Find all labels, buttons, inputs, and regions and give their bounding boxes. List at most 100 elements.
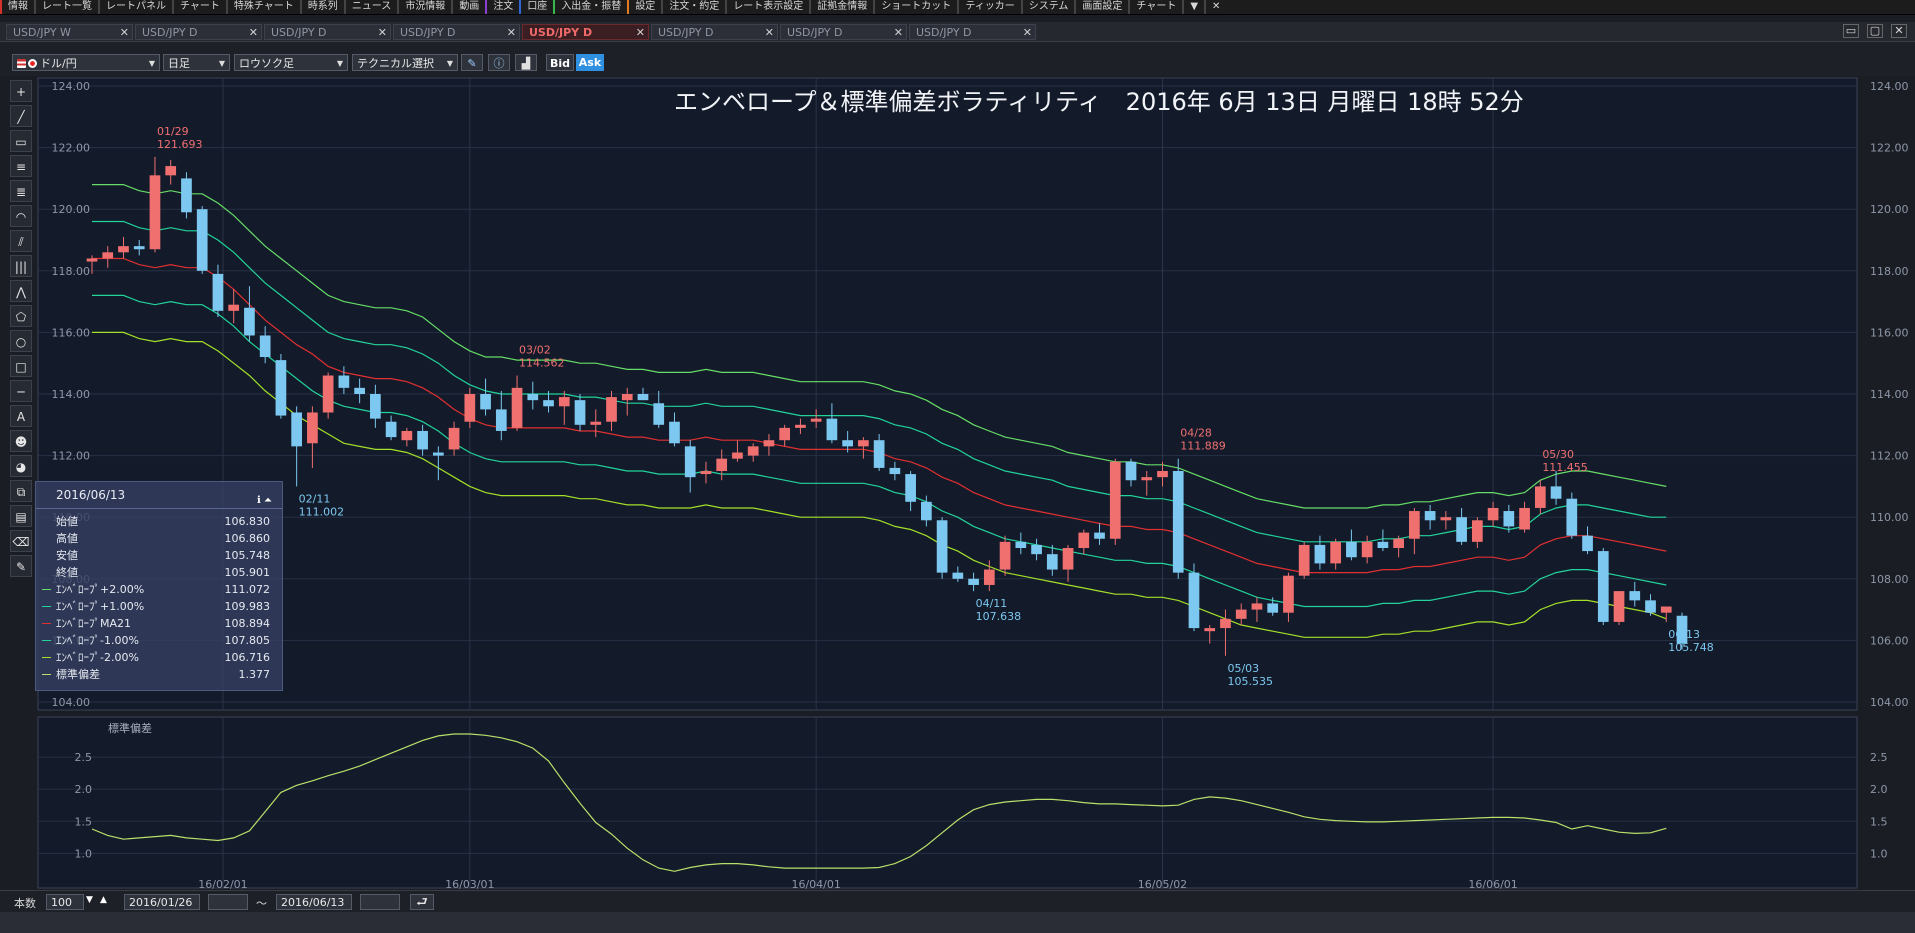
candle-body <box>1283 575 1294 613</box>
ruler-icon[interactable]: ▭ <box>10 130 32 152</box>
count-down-icon[interactable]: ▼ <box>86 895 93 905</box>
hline-icon[interactable]: ─ <box>10 380 32 402</box>
candle-body <box>86 258 98 262</box>
info-row-value: 105.748 <box>224 549 271 562</box>
candle-body <box>448 427 460 450</box>
to-date-field[interactable]: 2016/06/13 <box>276 894 352 910</box>
layer-icon[interactable]: ▤ <box>10 505 32 527</box>
candle-body <box>1456 517 1467 542</box>
arc-icon[interactable]: ◠ <box>10 205 32 227</box>
horizontal-lines-icon[interactable]: ≡ <box>10 155 32 177</box>
color-fill-icon[interactable]: ◕ <box>10 455 32 477</box>
price-tick-label-right: 124.00 <box>1870 80 1909 93</box>
sd-tick-label-right: 2.0 <box>1870 783 1888 796</box>
candle-body <box>1519 507 1530 530</box>
candle-body <box>763 440 775 447</box>
price-tick-label-right: 116.00 <box>1870 326 1909 339</box>
price-tick-label-left: 124.00 <box>52 80 91 93</box>
candle-body <box>889 467 901 475</box>
info-pin-icon[interactable]: ℹ ⏶ <box>257 488 272 514</box>
candle-body <box>401 430 413 441</box>
low-annotation-price: 105.748 <box>1668 641 1714 654</box>
count-select[interactable]: 100 <box>46 894 84 910</box>
fibonacci-icon[interactable]: ≣ <box>10 180 32 202</box>
candle-body <box>1062 548 1074 570</box>
from-date-field[interactable]: 2016/01/26 <box>124 894 200 910</box>
candle-body <box>826 418 838 441</box>
low-annotation-price: 105.535 <box>1227 675 1273 688</box>
reset-button[interactable]: ⮐ <box>410 894 434 910</box>
high-annotation-price: 111.889 <box>1180 440 1226 453</box>
text-icon[interactable]: A <box>10 405 32 427</box>
candle-body <box>637 394 649 401</box>
candle-body <box>527 394 539 401</box>
info-row-value: 106.830 <box>224 515 271 528</box>
candle-body <box>244 307 255 336</box>
candle-body <box>1015 541 1027 548</box>
candle-body <box>480 394 491 410</box>
candle-body <box>1109 461 1121 539</box>
low-annotation-price: 107.638 <box>976 610 1022 623</box>
candle-body <box>1330 541 1342 564</box>
candle-body <box>1235 609 1247 619</box>
from-time-field[interactable] <box>208 894 248 910</box>
candle-body <box>385 421 397 438</box>
indicator-swatch <box>42 674 51 675</box>
candle-body <box>228 304 240 311</box>
copy-icon[interactable]: ⧉ <box>10 480 32 502</box>
candle-body <box>1424 511 1436 521</box>
to-time-field[interactable] <box>360 894 400 910</box>
candle-body <box>983 569 995 585</box>
bottom-frame <box>0 912 1915 933</box>
candle-body <box>621 394 633 401</box>
price-tick-label-right: 110.00 <box>1870 511 1909 524</box>
info-row-value: 105.901 <box>224 566 271 579</box>
candle-body <box>1172 471 1184 573</box>
candle-body <box>1346 541 1357 558</box>
high-annotation-price: 121.693 <box>157 138 203 151</box>
pointer-icon[interactable]: + <box>10 80 32 102</box>
candle-body <box>1409 511 1420 539</box>
price-tick-label-right: 114.00 <box>1870 388 1909 401</box>
candle-body <box>212 273 224 311</box>
price-tick-label-right: 106.00 <box>1870 634 1909 647</box>
candle-body <box>999 541 1011 570</box>
info-row: 始値 106.830 <box>36 513 282 530</box>
candle-body <box>1597 551 1609 622</box>
candle-body <box>1660 606 1672 613</box>
info-row-label: 高値 <box>56 532 78 545</box>
polygon-icon[interactable]: ⬠ <box>10 305 32 327</box>
rectangle-icon[interactable]: □ <box>10 355 32 377</box>
fan-icon[interactable]: ⫽ <box>10 230 32 252</box>
candle-body <box>1094 532 1105 539</box>
candle-body <box>574 400 586 425</box>
sd-tick-label-right: 1.5 <box>1870 815 1888 828</box>
info-row-label: 安値 <box>56 549 78 562</box>
sd-tick-label-right: 1.0 <box>1870 847 1888 860</box>
circle-icon[interactable]: ○ <box>10 330 32 352</box>
info-header: 2016/06/13 ℹ ⏶ <box>36 482 282 509</box>
candle-body <box>952 572 964 579</box>
high-annotation-date: 01/29 <box>157 125 189 138</box>
candle-body <box>700 471 712 475</box>
icon-stamp-icon[interactable]: ☻ <box>10 430 32 452</box>
chart-title: エンベロープ＆標準偏差ボラティリティ 2016年 6月 13日 月曜日 18時 … <box>674 88 1524 116</box>
high-annotation-date: 03/02 <box>519 344 551 357</box>
candle-body <box>1613 591 1625 622</box>
candle-body <box>1220 618 1231 629</box>
candle-body <box>1440 517 1452 521</box>
candle-body <box>102 252 114 259</box>
candle-body <box>1503 511 1515 527</box>
x-tick-label: 16/06/01 <box>1468 878 1517 890</box>
candle-body <box>275 360 287 416</box>
vertical-lines-icon[interactable]: ||| <box>10 255 32 277</box>
eraser-icon[interactable]: ⌫ <box>10 530 32 552</box>
candle-body <box>1078 532 1090 548</box>
sd-tick-label-left: 2.0 <box>75 783 93 796</box>
candle-body <box>1204 628 1216 632</box>
line-icon[interactable]: ╱ <box>10 105 32 127</box>
count-up-icon[interactable]: ▲ <box>100 895 107 905</box>
settings-eraser-icon[interactable]: ✎ <box>10 555 32 577</box>
pitchfork-icon[interactable]: ⋀ <box>10 280 32 302</box>
return-icon: ⮐ <box>416 895 428 910</box>
